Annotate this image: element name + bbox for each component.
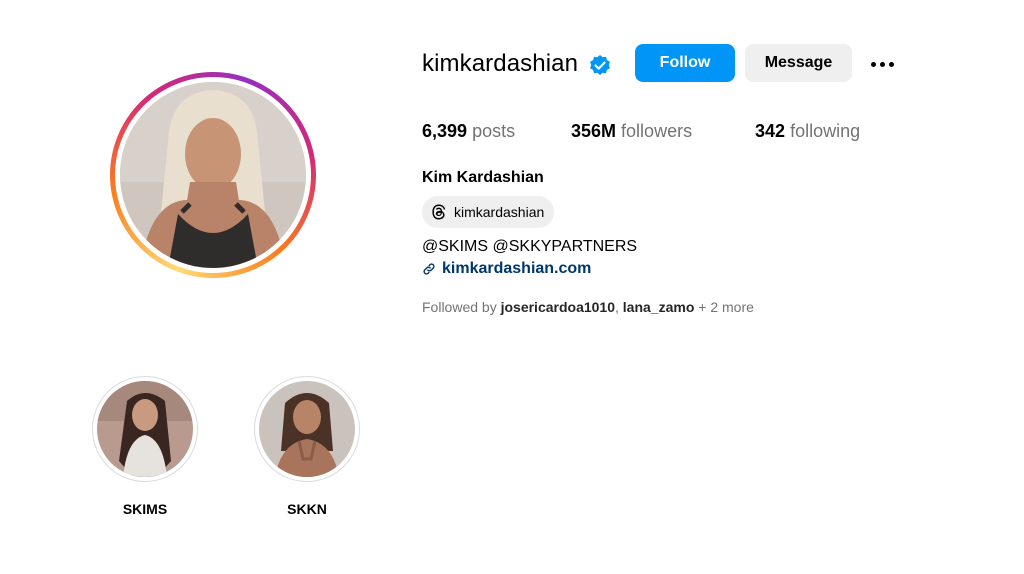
highlight-label: SKIMS (122, 501, 168, 517)
verified-badge-icon (588, 54, 612, 78)
followed-by-separator: , (615, 299, 619, 315)
posts-number: 6,399 (422, 121, 468, 141)
message-button[interactable]: Message (745, 44, 852, 82)
followers-number: 356M (571, 121, 617, 141)
follow-button[interactable]: Follow (635, 44, 735, 82)
posts-label: posts (472, 121, 516, 141)
story-highlight-skkn[interactable]: SKKN (254, 376, 360, 517)
mutual-follower-1[interactable]: josericardoa1010 (501, 299, 615, 315)
followers-label: followers (621, 121, 693, 141)
following-link[interactable]: 342 following (755, 121, 860, 142)
link-icon (423, 263, 435, 275)
profile-bio: @SKIMS @SKKYPARTNERS (422, 238, 638, 255)
highlight-ring (92, 376, 198, 482)
threads-handle: kimkardashian (454, 204, 545, 220)
threads-icon (432, 204, 446, 220)
following-number: 342 (755, 121, 786, 141)
dot (879, 61, 885, 67)
highlight-cover (259, 381, 355, 477)
more-options-icon[interactable] (866, 50, 898, 78)
highlight-label: SKKN (287, 501, 327, 517)
highlight-ring (254, 376, 360, 482)
following-label: following (790, 121, 861, 141)
dot (870, 61, 876, 67)
mutual-follower-2[interactable]: lana_zamo (623, 299, 695, 315)
highlight-cover (97, 381, 193, 477)
followers-link[interactable]: 356M followers (571, 121, 692, 142)
profile-full-name: Kim Kardashian (422, 169, 544, 186)
followed-by[interactable]: Followed by josericardoa1010, lana_zamo … (422, 299, 754, 315)
dot (888, 61, 894, 67)
story-highlight-skims[interactable]: SKIMS (92, 376, 198, 517)
followed-by-prefix: Followed by (422, 299, 497, 315)
followed-by-more[interactable]: + 2 more (698, 299, 754, 315)
website-text[interactable]: kimkardashian.com (442, 260, 591, 278)
threads-badge[interactable]: kimkardashian (422, 196, 555, 228)
posts-count: 6,399 posts (422, 121, 515, 142)
avatar[interactable] (120, 82, 306, 268)
profile-avatar-ring[interactable] (110, 72, 316, 278)
profile-website-link[interactable]: kimkardashian.com (422, 260, 591, 278)
avatar-image (120, 82, 306, 268)
profile-username: kimkardashian (422, 50, 579, 77)
